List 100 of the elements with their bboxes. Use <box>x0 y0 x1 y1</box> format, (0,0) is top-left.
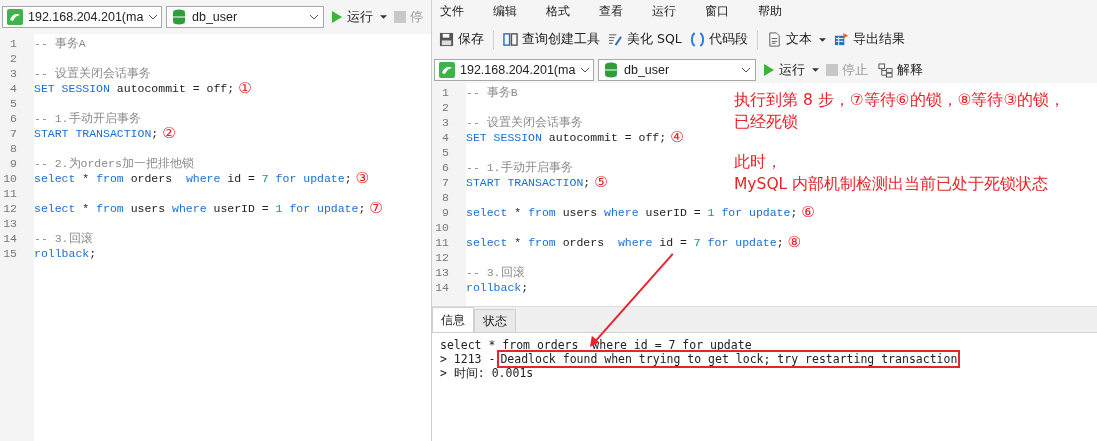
line-number: 2 <box>441 101 450 114</box>
annotation-text: 此时， <box>734 152 783 173</box>
builder-button[interactable]: 查询创建工具 <box>500 31 603 48</box>
database-select[interactable]: db_user <box>166 6 324 28</box>
code-line: rollback; <box>466 281 529 294</box>
result-tab[interactable]: 状态 <box>474 309 516 332</box>
code-line: SET SESSION autocommit = off; <box>34 82 235 95</box>
code-line: -- 3.回滚 <box>34 231 93 246</box>
code-line: START TRANSACTION; <box>466 176 591 189</box>
code-line: -- 事务A <box>34 36 86 51</box>
chevron-down-icon <box>148 14 159 20</box>
line-number: 12 <box>2 202 18 215</box>
export-button[interactable]: 导出结果 <box>830 31 908 48</box>
line-number: 3 <box>441 116 450 129</box>
menu-item[interactable]: 查看 <box>597 2 650 20</box>
line-number: 5 <box>441 146 450 159</box>
columns-icon <box>503 32 518 47</box>
menu-item[interactable]: 文件 <box>438 2 491 20</box>
step-marker: ⑧ <box>787 235 801 250</box>
line-number: 4 <box>441 131 450 144</box>
run-button[interactable]: 运行 <box>760 61 808 79</box>
code-line: -- 设置关闭会话事务 <box>34 66 151 81</box>
menu-item[interactable]: 编辑 <box>491 2 544 20</box>
line-number: 12 <box>434 251 450 264</box>
code-line: -- 2.为orders加一把排他锁 <box>34 156 194 171</box>
chevron-down-icon <box>741 67 751 73</box>
line-number: 3 <box>9 67 18 80</box>
line-number: 10 <box>2 172 18 185</box>
step-marker: ① <box>238 81 252 96</box>
line-number: 5 <box>9 97 18 110</box>
pen-lines-icon <box>608 32 623 47</box>
line-number: 8 <box>441 191 450 204</box>
line-number: 11 <box>2 187 18 200</box>
line-number: 1 <box>9 37 18 50</box>
step-marker: ④ <box>670 130 684 145</box>
menu-item[interactable]: 运行 <box>650 2 703 20</box>
diagram-icon <box>878 62 893 78</box>
line-number: 13 <box>2 217 18 230</box>
message-text: select * from orders where id = 7 for update <box>440 338 752 352</box>
line-number: 8 <box>9 142 18 155</box>
line-number: 7 <box>441 176 450 189</box>
code-line: SET SESSION autocommit = off; <box>466 131 667 144</box>
step-marker: ③ <box>355 171 369 186</box>
code-line: select * from users where userID = 1 for update; <box>466 206 798 219</box>
line-number: 14 <box>434 281 450 294</box>
line-number: 4 <box>9 82 18 95</box>
save-icon <box>439 32 454 47</box>
message-text: > 1213 - <box>440 352 496 366</box>
code-line: -- 1.手动开启事务 <box>466 160 573 175</box>
play-icon <box>763 63 775 77</box>
document-icon <box>766 32 782 47</box>
save-button[interactable]: 保存 <box>436 31 487 48</box>
error-message: Deadlock found when trying to get lock; try restarting transaction <box>499 352 959 366</box>
step-marker: ② <box>162 126 176 141</box>
code-line: select * from orders where id = 7 for update; <box>466 236 784 249</box>
line-number: 13 <box>434 266 450 279</box>
line-number: 6 <box>441 161 450 174</box>
chevron-down-icon <box>580 67 591 73</box>
code-line: select * from users where userID = 1 for update; <box>34 202 366 215</box>
snippet-button[interactable]: 代码段 <box>686 31 751 48</box>
line-number: 1 <box>441 86 450 99</box>
connection-select[interactable]: 192.168.204.201(ma <box>434 59 594 81</box>
caret-down-icon[interactable] <box>380 15 387 19</box>
step-marker: ⑦ <box>369 201 383 216</box>
step-marker: ⑥ <box>801 205 815 220</box>
caret-down-icon <box>818 37 826 42</box>
menu-item[interactable]: 窗口 <box>703 2 756 20</box>
play-icon <box>331 10 343 24</box>
code-line: rollback; <box>34 247 97 260</box>
code-line: -- 事务B <box>466 85 518 100</box>
caret-down-icon[interactable] <box>812 68 819 72</box>
chevron-down-icon <box>309 14 319 20</box>
line-number: 2 <box>9 52 18 65</box>
line-number: 9 <box>441 206 450 219</box>
code-line: -- 3.回滚 <box>466 265 525 280</box>
database-icon <box>603 62 619 78</box>
result-tab[interactable]: 信息 <box>432 307 474 332</box>
line-number: 7 <box>9 127 18 140</box>
line-number: 11 <box>434 236 450 249</box>
line-number: 14 <box>2 232 18 245</box>
code-line: select * from orders where id = 7 for update; <box>34 172 352 185</box>
step-marker: ⑤ <box>594 175 608 190</box>
line-number: 9 <box>9 157 18 170</box>
code-line: -- 设置关闭会话事务 <box>466 115 583 130</box>
explain-button[interactable]: 解释 <box>875 61 926 79</box>
code-line: -- 1.手动开启事务 <box>34 111 141 126</box>
run-button[interactable]: 运行 <box>328 8 376 26</box>
menu-item[interactable]: 帮助 <box>756 2 809 20</box>
annotation-text: MySQL 内部机制检测出当前已处于死锁状态 <box>734 174 1049 195</box>
connection-select[interactable]: 192.168.204.201(ma <box>2 6 162 28</box>
message-text: > 时间: 0.001s <box>440 366 534 380</box>
menu-item[interactable]: 格式 <box>544 2 597 20</box>
line-number: 10 <box>434 221 450 234</box>
text-button[interactable]: 文本 <box>763 31 829 48</box>
beautify-button[interactable]: 美化 SQL <box>605 31 685 48</box>
line-number: 15 <box>2 247 18 260</box>
parentheses-icon <box>689 32 705 47</box>
annotation-text: 执行到第 8 步，⑦等待⑥的锁，⑧等待③的锁，已经死锁 <box>734 90 1067 133</box>
code-line: START TRANSACTION; <box>34 127 159 140</box>
database-select[interactable]: db_user <box>598 59 756 81</box>
